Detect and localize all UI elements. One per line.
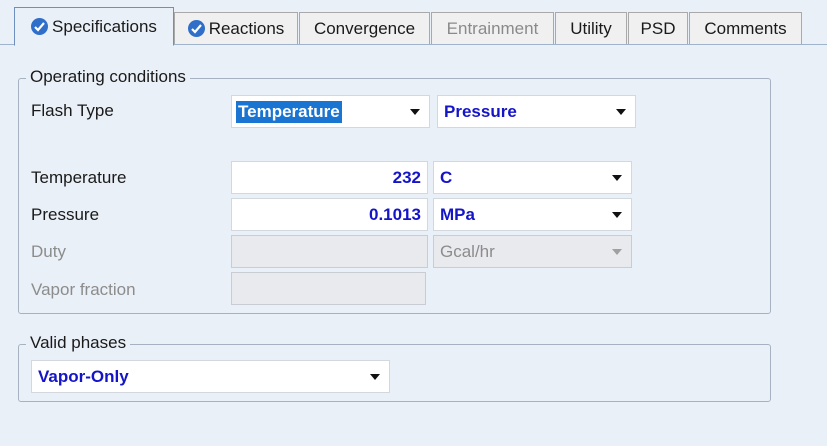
chevron-down-icon [612, 211, 622, 218]
tab-label: Specifications [52, 16, 157, 36]
tab-specifications[interactable]: Specifications [14, 7, 174, 46]
check-circle-icon [187, 20, 205, 37]
pressure-input[interactable]: 0.1013 [231, 198, 428, 231]
temperature-unit-value: C [440, 167, 453, 187]
duty-unit-value: Gcal/hr [440, 241, 495, 261]
tab-bar: Specifications Reactions Convergence Ent… [0, 0, 827, 46]
tab-label: Entrainment [446, 18, 539, 38]
tab-label: Convergence [313, 18, 416, 38]
flash-type-primary-value: Temperature [236, 100, 342, 123]
duty-input [231, 235, 428, 268]
operating-conditions-legend: Operating conditions [26, 67, 190, 87]
pressure-unit-value: MPa [440, 204, 475, 224]
chevron-down-icon [370, 373, 380, 380]
tab-label: Reactions [208, 18, 285, 38]
vapor-fraction-input [231, 272, 426, 305]
tab-psd[interactable]: PSD [628, 12, 688, 44]
tab-convergence[interactable]: Convergence [299, 12, 430, 44]
pressure-label: Pressure [31, 205, 100, 224]
tab-label: Comments [704, 18, 787, 38]
temperature-unit-dropdown[interactable]: C [433, 161, 632, 194]
duty-unit-dropdown: Gcal/hr [433, 235, 632, 268]
flash-type-label: Flash Type [31, 101, 114, 120]
valid-phases-value: Vapor-Only [38, 366, 129, 386]
temperature-value: 232 [392, 167, 421, 187]
chevron-down-icon [410, 108, 420, 115]
temperature-label: Temperature [31, 168, 127, 187]
flash-type-secondary-dropdown[interactable]: Pressure [437, 95, 636, 128]
duty-label: Duty [31, 242, 66, 261]
flash-type-primary-dropdown[interactable]: Temperature [231, 95, 430, 128]
vapor-fraction-label: Vapor fraction [31, 280, 136, 299]
tab-comments[interactable]: Comments [689, 12, 802, 44]
check-circle-icon [31, 18, 49, 35]
chevron-down-icon [612, 174, 622, 181]
tab-reactions[interactable]: Reactions [174, 12, 298, 44]
temperature-input[interactable]: 232 [231, 161, 428, 194]
valid-phases-dropdown[interactable]: Vapor-Only [31, 360, 390, 393]
chevron-down-icon [616, 108, 626, 115]
tab-label[interactable]: Utility [570, 19, 612, 39]
tab-utility[interactable]: Utility [555, 12, 627, 44]
pressure-value: 0.1013 [369, 204, 421, 224]
flash-type-secondary-value: Pressure [444, 101, 517, 121]
tab-label: PSD [640, 18, 676, 38]
chevron-down-icon [612, 248, 622, 255]
tab-entrainment: Entrainment [431, 12, 554, 44]
pressure-unit-dropdown[interactable]: MPa [433, 198, 632, 231]
valid-phases-legend: Valid phases [26, 333, 131, 353]
